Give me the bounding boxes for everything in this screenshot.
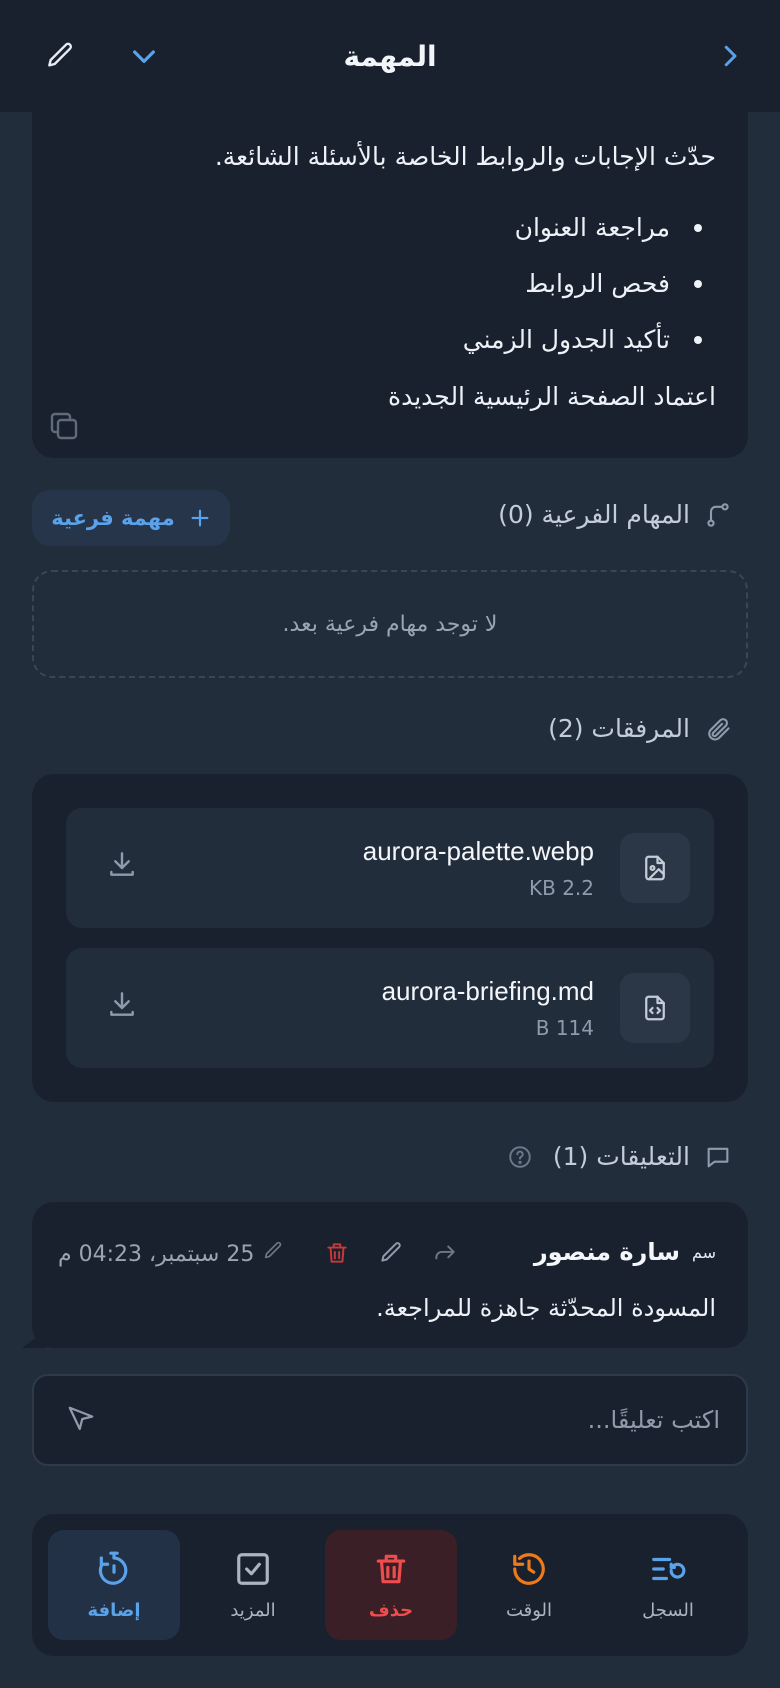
back-button[interactable] <box>706 32 754 80</box>
description-checklist: مراجعة العنوان فحص الروابط تأكيد الجدول … <box>463 200 702 368</box>
trash-icon <box>376 1554 406 1583</box>
reply-icon <box>435 1245 455 1260</box>
checkbox-icon <box>237 1552 269 1585</box>
add-subtask-button[interactable]: مهمة فرعية <box>32 490 230 546</box>
comment-composer <box>32 1374 748 1466</box>
delete-comment-button[interactable] <box>324 1240 350 1270</box>
comment-date: 25 سبتمبر، 04:23 م <box>58 1241 255 1267</box>
comment-actions <box>324 1240 458 1270</box>
download-button[interactable] <box>102 988 138 1024</box>
subtasks-heading: المهام الفرعية (0) <box>498 500 732 529</box>
edit-comment-button[interactable] <box>378 1240 404 1270</box>
comment-bubble: سم سارة منصور 25 سبتمبر، 04:23 م المسودة… <box>22 1202 748 1348</box>
download-icon <box>110 992 134 1016</box>
time-button[interactable]: الوقت <box>463 1530 595 1640</box>
bubble-tail <box>22 1330 46 1348</box>
branch-icon <box>707 502 729 527</box>
send-icon <box>68 1406 94 1431</box>
comment-author-row: سم سارة منصور <box>534 1238 716 1266</box>
list-history-icon <box>652 1557 686 1580</box>
description-lead: حدّث الإجابات والروابط الخاصة بالأسئلة ا… <box>214 142 716 171</box>
code-file-icon <box>620 973 690 1043</box>
attachment-size: B 114 <box>535 1016 594 1040</box>
attachments-list: aurora-palette.webp KB 2.2 aurora-briefi… <box>32 774 748 1102</box>
delete-button[interactable]: حذف <box>325 1530 457 1640</box>
edit-button[interactable] <box>36 32 84 80</box>
paperclip-icon <box>708 717 730 741</box>
attachment-size: KB 2.2 <box>529 876 594 900</box>
task-screen: ـ ـ ـ حدّث الإجابات والروابط الخاصة بالأ… <box>0 0 780 1688</box>
description-card: ـ ـ ـ حدّث الإجابات والروابط الخاصة بالأ… <box>32 104 748 458</box>
attachment-item[interactable]: aurora-briefing.md B 114 <box>66 948 714 1068</box>
list-item: فحص الروابط <box>463 256 702 312</box>
attachment-item[interactable]: aurora-palette.webp KB 2.2 <box>66 808 714 928</box>
list-item: مراجعة العنوان <box>463 200 702 256</box>
chevron-down-icon <box>133 50 155 63</box>
timer-add-icon <box>98 1551 128 1585</box>
pencil-icon <box>48 42 73 67</box>
add-button[interactable]: إضافة <box>48 1530 180 1640</box>
more-button[interactable]: المزيد <box>187 1530 319 1640</box>
pencil-icon <box>381 1242 401 1262</box>
attachment-name: aurora-palette.webp <box>362 836 594 866</box>
log-button[interactable]: السجل <box>602 1530 734 1640</box>
page-title: المهمة <box>343 39 437 73</box>
bottom-toolbar: إضافة المزيد حذف الوقت السجل <box>32 1514 748 1656</box>
copy-icon[interactable] <box>46 408 82 444</box>
bullet-icon <box>694 224 702 232</box>
description-final-line: اعتماد الصفحة الرئيسية الجديدة <box>388 382 716 411</box>
collapse-button[interactable] <box>120 32 168 80</box>
comment-body: المسودة المحدّثة جاهزة للمراجعة. <box>376 1294 716 1322</box>
help-icon[interactable] <box>507 1144 533 1170</box>
edited-pencil-icon <box>262 1240 284 1268</box>
comment-input[interactable] <box>160 1398 720 1442</box>
chevron-right-icon <box>724 45 737 67</box>
comments-heading: التعليقات (1) <box>507 1142 732 1171</box>
attachments-heading: المرفقات (2) <box>548 714 732 743</box>
list-item: تأكيد الجدول الزمني <box>463 312 702 368</box>
send-button[interactable] <box>62 1404 96 1438</box>
download-icon <box>110 852 134 876</box>
reply-button[interactable] <box>432 1240 458 1270</box>
image-file-icon <box>620 833 690 903</box>
bullet-icon <box>694 280 702 288</box>
top-bar: المهمة <box>0 0 780 112</box>
download-button[interactable] <box>102 848 138 884</box>
attachment-name: aurora-briefing.md <box>381 976 594 1006</box>
plus-icon <box>191 509 209 527</box>
subtasks-empty-state: لا توجد مهام فرعية بعد. <box>32 570 748 678</box>
bullet-icon <box>694 336 702 344</box>
comment-icon <box>707 1147 729 1167</box>
avatar: سم <box>691 1242 716 1262</box>
comment-author: سارة منصور <box>533 1238 680 1266</box>
comment-meta: 25 سبتمبر، 04:23 م <box>58 1240 284 1268</box>
history-clock-icon <box>513 1552 545 1585</box>
trash-icon <box>327 1243 347 1263</box>
